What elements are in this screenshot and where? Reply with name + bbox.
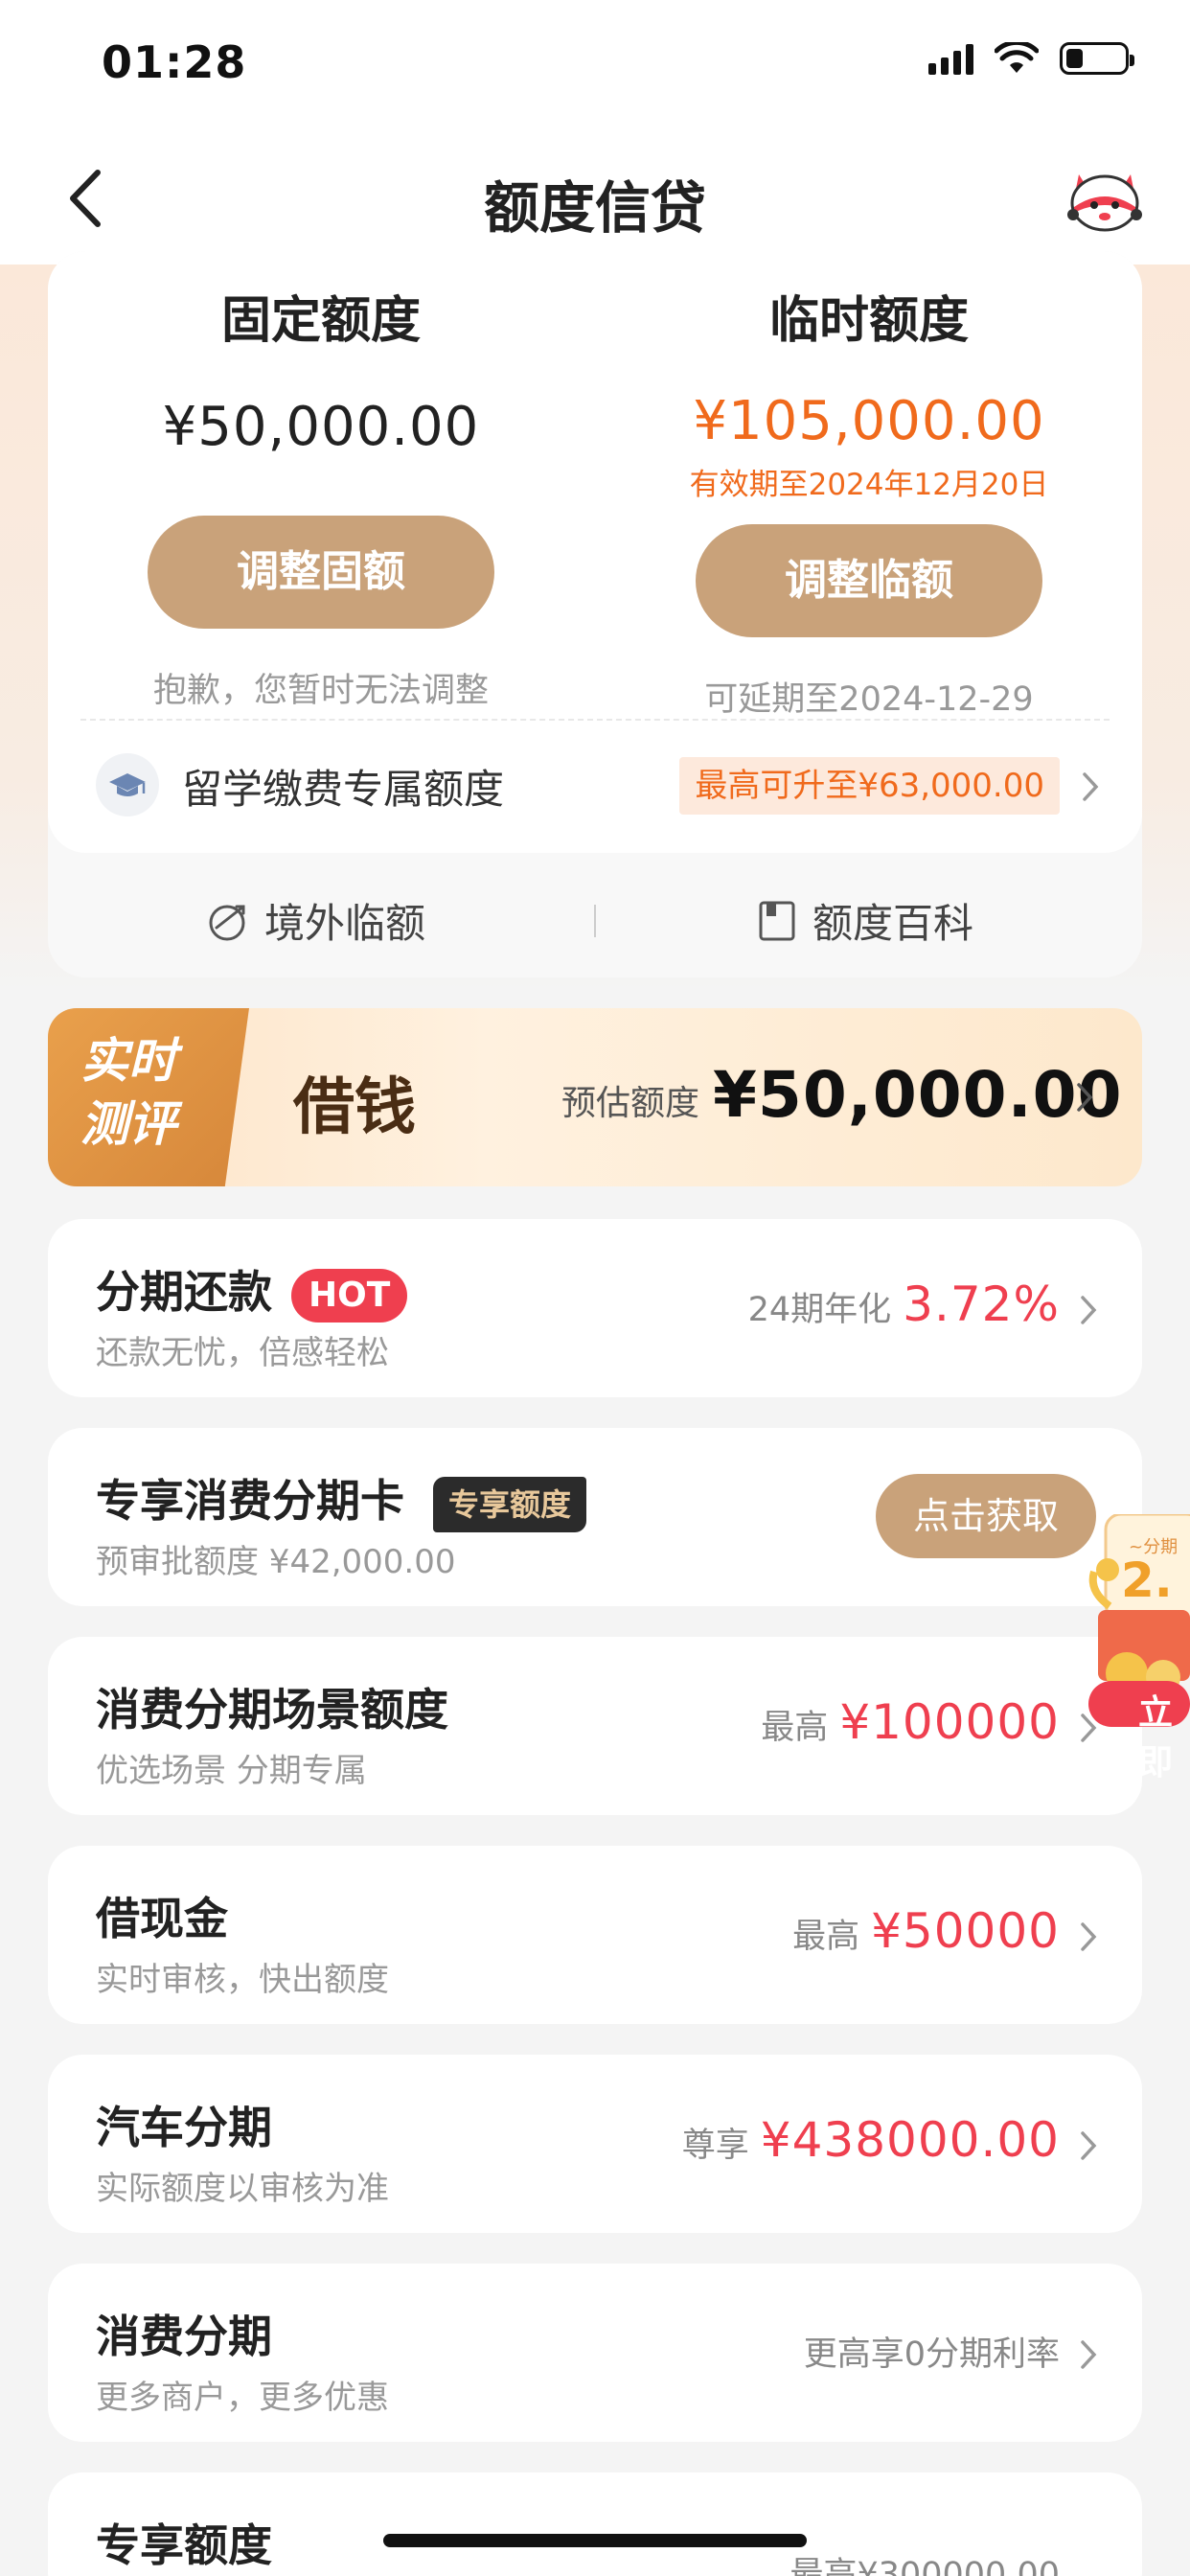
card-cash-loan[interactable]: 借现金 实时审核，快出额度 最高 ¥50000	[48, 1846, 1142, 2024]
promo-number: 2.	[1121, 1552, 1173, 1608]
status-bar: 01:28	[0, 0, 1190, 129]
card-right-value: ¥438000.00	[760, 2112, 1060, 2168]
wifi-icon	[995, 42, 1039, 73]
chevron-right-icon	[1081, 2340, 1097, 2369]
borrow-title: 借钱	[293, 1071, 416, 1143]
study-abroad-tag: 最高可升至¥63,000.00	[679, 757, 1060, 815]
page: 01:28 额度信贷 固定额度 ¥50,000.00 调整固额 抱歉，您暂时无法…	[0, 0, 1190, 2576]
temp-limit-note: 可延期至2024-12-29	[704, 680, 1034, 719]
divider	[80, 719, 1110, 721]
card-right: 尊享 ¥438000.00	[682, 2112, 1060, 2168]
home-indicator	[383, 2534, 807, 2547]
exclusive-limit-tag: 专享额度	[433, 1476, 587, 1532]
card-subtitle: 预审批额度 ¥42,000.00	[96, 1543, 456, 1581]
nav-bar: 额度信贷	[0, 144, 1190, 249]
card-right-label: 最高	[761, 1709, 829, 1747]
study-abroad-row[interactable]: 留学缴费专属额度 最高可升至¥63,000.00	[48, 740, 1142, 832]
status-time: 01:28	[102, 36, 247, 88]
estimate-amount: ¥50,000.00	[713, 1058, 1123, 1132]
adjust-fixed-button[interactable]: 调整固额	[148, 516, 494, 629]
card-title: 消费分期场景额度	[96, 1684, 448, 1736]
fixed-limit-column: 固定额度 ¥50,000.00 调整固额 抱歉，您暂时无法调整	[48, 251, 594, 712]
card-exclusive-limit[interactable]: 专享额度 最高¥300000.00	[48, 2472, 1142, 2576]
card-right: 更高享0分期利率	[804, 2327, 1060, 2376]
mascot-icon[interactable]	[1065, 157, 1144, 236]
link-separator	[594, 905, 596, 937]
card-right: 最高¥300000.00	[790, 2547, 1060, 2576]
adjust-temp-button[interactable]: 调整临额	[696, 524, 1042, 637]
overseas-temp-label: 境外临额	[264, 900, 426, 947]
temp-limit-title: 临时额度	[768, 292, 969, 350]
chevron-right-icon	[1083, 772, 1099, 801]
chevron-right-icon	[1077, 1083, 1093, 1112]
card-right-value: 3.72%	[903, 1276, 1060, 1332]
card-title: 专享额度	[96, 2519, 272, 2571]
credit-wiki-label: 额度百科	[812, 900, 974, 947]
temp-limit-validity: 有效期至2024年12月20日	[689, 468, 1049, 502]
card-right-label: 最高	[792, 1918, 860, 1956]
overseas-temp-link[interactable]: 境外临额	[205, 891, 425, 950]
fixed-limit-title: 固定额度	[220, 292, 421, 350]
card-right: 最高 ¥100000	[761, 1694, 1060, 1750]
temp-limit-amount: ¥105,000.00	[693, 390, 1045, 452]
credit-links: 境外临额 额度百科	[48, 853, 1142, 978]
card-subtitle: 更多商户，更多优惠	[96, 2379, 389, 2417]
credit-wiki-link[interactable]: 额度百科	[757, 891, 973, 950]
chevron-right-icon	[1081, 1922, 1097, 1951]
estimate-label: 预估额度	[561, 1084, 700, 1123]
book-icon	[759, 901, 795, 940]
card-right-value: ¥100000	[839, 1694, 1060, 1750]
card-right-label: 最高¥300000.00	[790, 2556, 1060, 2576]
card-right-value: ¥50000	[871, 1903, 1060, 1959]
card-exclusive-installment[interactable]: 专享消费分期卡 专享额度 预审批额度 ¥42,000.00 点击获取	[48, 1428, 1142, 1606]
card-consumer-installment[interactable]: 消费分期 更多商户，更多优惠 更高享0分期利率	[48, 2264, 1142, 2442]
card-title: 借现金	[96, 1893, 228, 1944]
header: 01:28 额度信贷	[0, 0, 1190, 264]
card-right: 24期年化 3.72%	[748, 1276, 1060, 1332]
chevron-right-icon	[1081, 2131, 1097, 2160]
card-right: 最高 ¥50000	[792, 1903, 1060, 1959]
cellular-signal-icon	[928, 42, 973, 75]
floating-promo[interactable]: ~分期 2. 立即	[1088, 1512, 1190, 1782]
fixed-limit-note: 抱歉，您暂时无法调整	[152, 672, 489, 710]
card-title: 消费分期	[96, 2311, 272, 2362]
card-scene-limit[interactable]: 消费分期场景额度 优选场景 分期专属 最高 ¥100000	[48, 1637, 1142, 1815]
graduation-cap-icon	[96, 753, 159, 816]
badge-line-1: 实时	[80, 1033, 176, 1089]
chevron-right-icon	[1081, 1296, 1097, 1324]
card-right-label: 尊享	[681, 2127, 749, 2165]
status-icons	[928, 42, 1134, 75]
card-car-installment[interactable]: 汽车分期 实际额度以审核为准 尊享 ¥438000.00	[48, 2055, 1142, 2233]
credit-limit-card: 固定额度 ¥50,000.00 调整固额 抱歉，您暂时无法调整 临时额度 ¥10…	[48, 251, 1142, 978]
fixed-limit-amount: ¥50,000.00	[162, 396, 480, 458]
card-subtitle: 优选场景 分期专属	[96, 1752, 367, 1790]
page-title: 额度信贷	[483, 175, 706, 241]
hot-badge: HOT	[291, 1268, 408, 1322]
realtime-eval-badge: 实时 测评	[48, 1008, 249, 1186]
card-title: 分期还款 HOT	[96, 1257, 408, 1322]
study-abroad-label: 留学缴费专属额度	[182, 766, 505, 813]
card-subtitle: 实时审核，快出额度	[96, 1961, 389, 1999]
card-subtitle: 还款无忧，倍感轻松	[96, 1334, 389, 1372]
borrow-banner[interactable]: 实时 测评 借钱 预估额度 ¥50,000.00	[48, 1008, 1142, 1186]
get-now-button[interactable]: 点击获取	[876, 1474, 1096, 1558]
card-title: 汽车分期	[96, 2102, 272, 2153]
card-title: 专享消费分期卡 专享额度	[96, 1466, 587, 1532]
card-right-label: 更高享0分期利率	[803, 2335, 1060, 2374]
credit-limit-panel: 固定额度 ¥50,000.00 调整固额 抱歉，您暂时无法调整 临时额度 ¥10…	[48, 251, 1142, 853]
battery-icon	[1060, 42, 1134, 75]
temp-limit-column: 临时额度 ¥105,000.00 有效期至2024年12月20日 调整临额 可延…	[596, 251, 1142, 721]
card-installment-repay[interactable]: 分期还款 HOT 还款无忧，倍感轻松 24期年化 3.72%	[48, 1219, 1142, 1397]
card-subtitle: 实际额度以审核为准	[96, 2170, 389, 2208]
card-right-label: 24期年化	[747, 1291, 892, 1329]
overseas-icon	[209, 905, 245, 940]
promo-button[interactable]: 立即	[1138, 1685, 1190, 1784]
badge-line-2: 测评	[80, 1096, 176, 1152]
